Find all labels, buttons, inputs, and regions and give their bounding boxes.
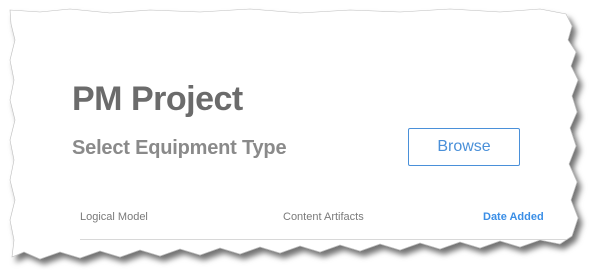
- column-header-content-artifacts[interactable]: Content Artifacts: [283, 211, 364, 223]
- column-header-date-added[interactable]: Date Added: [483, 211, 544, 223]
- page-title: PM Project: [72, 80, 243, 118]
- browse-button[interactable]: Browse: [408, 128, 520, 166]
- section-subtitle: Select Equipment Type: [72, 137, 287, 159]
- header-divider: [80, 239, 566, 240]
- column-header-logical-model[interactable]: Logical Model: [80, 211, 148, 223]
